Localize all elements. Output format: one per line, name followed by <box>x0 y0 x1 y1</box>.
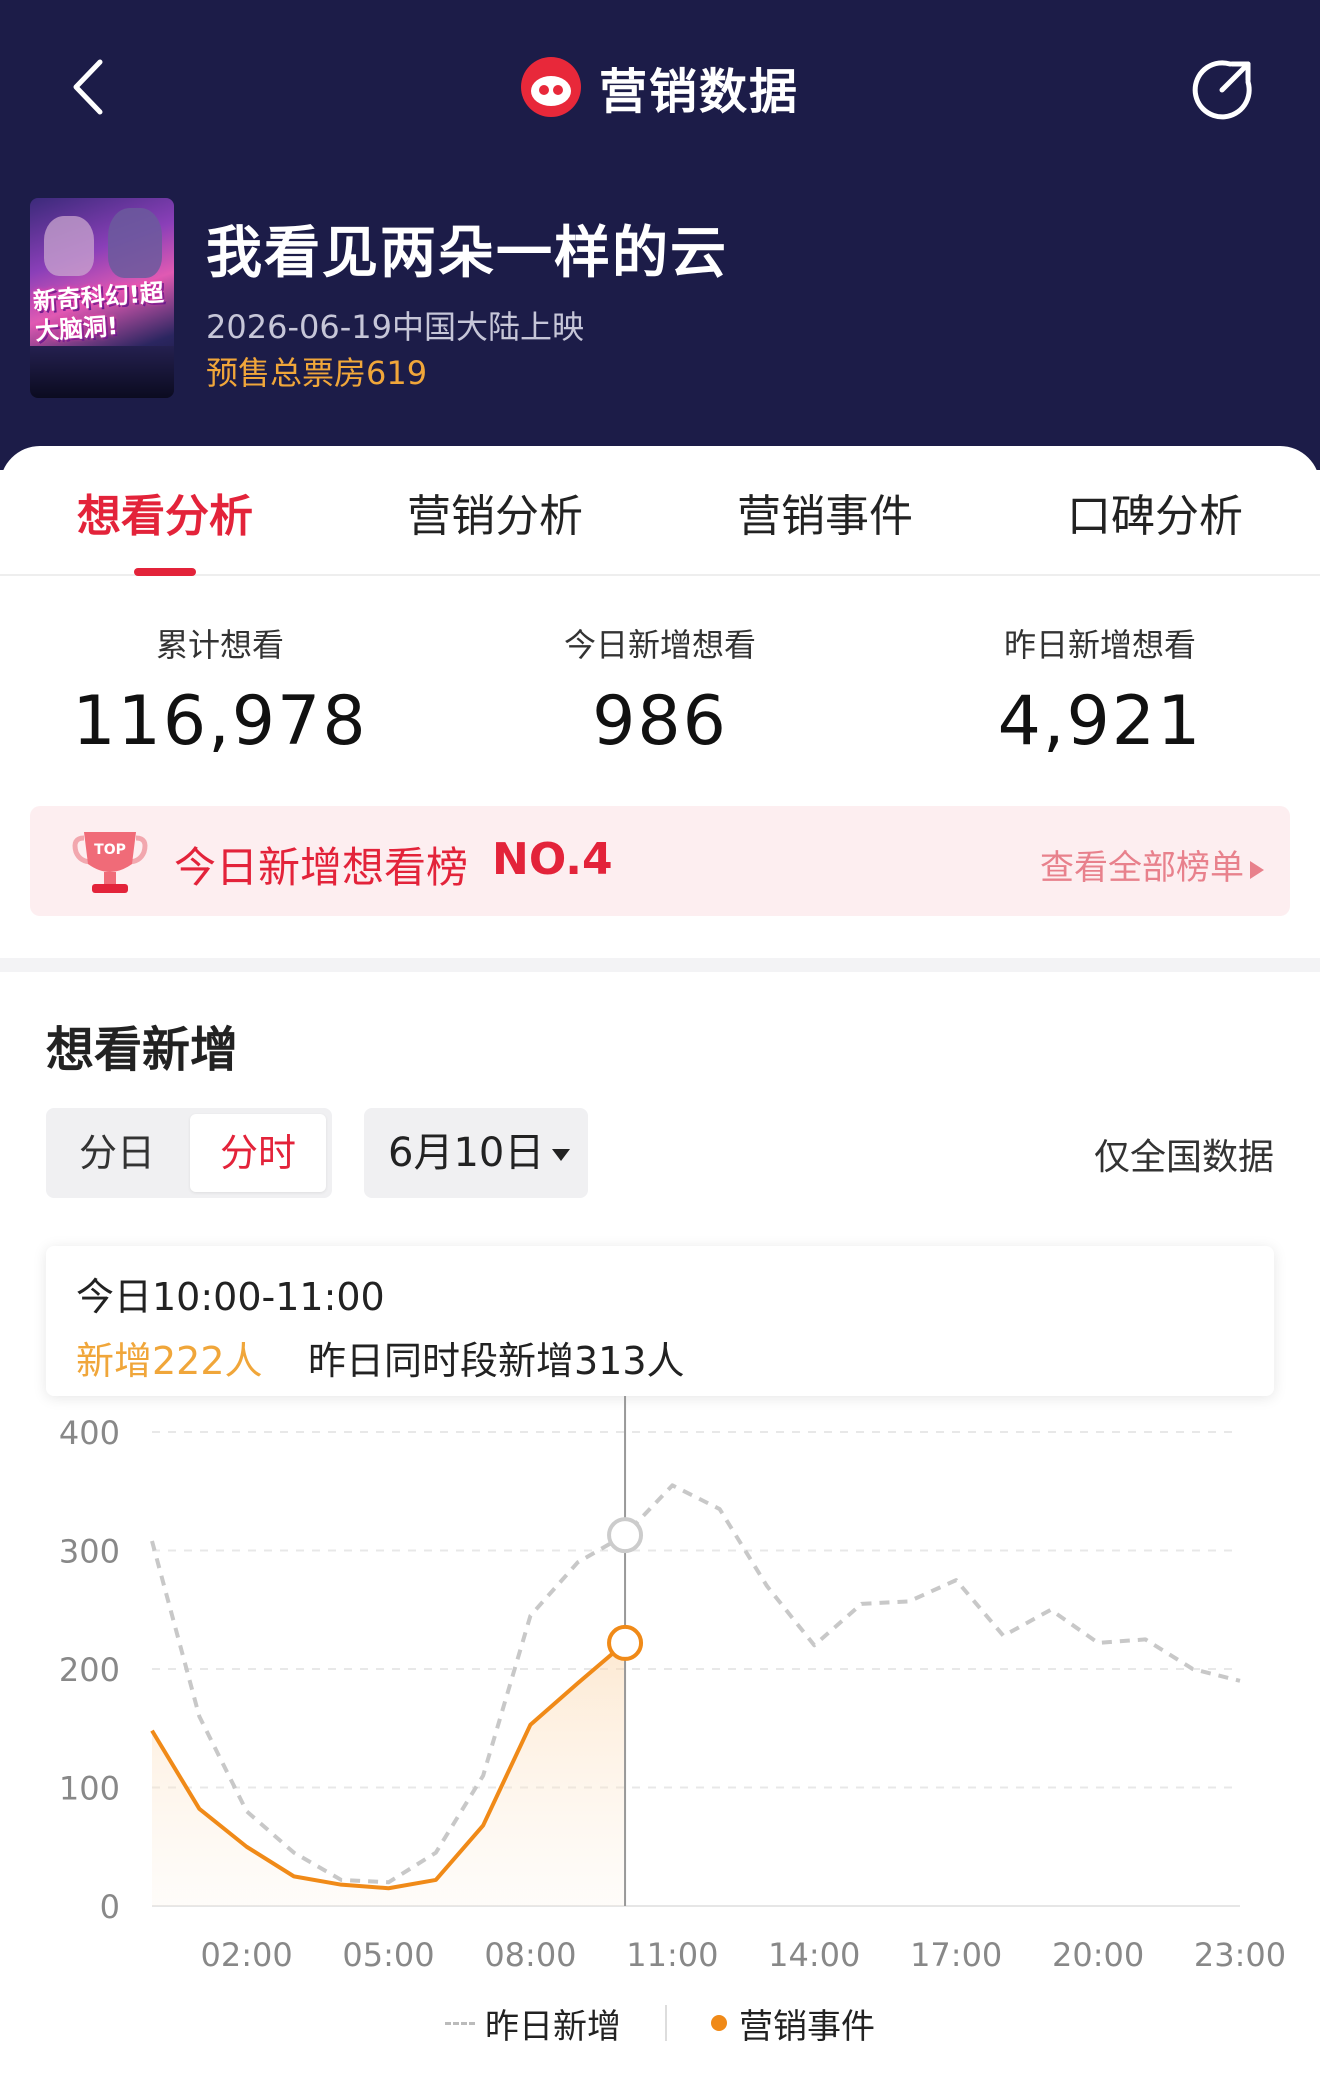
tab-marketing-analysis[interactable]: 营销分析 <box>345 480 645 544</box>
segment-by-hour[interactable]: 分时 <box>190 1114 326 1192</box>
x-tick-label: 14:00 <box>768 1936 860 1974</box>
stat-value: 986 <box>592 682 728 761</box>
stat-value: 4,921 <box>997 682 1203 761</box>
triangle-right-icon <box>1250 860 1264 879</box>
app-title: 营销数据 <box>0 52 1320 122</box>
series-line-yesterday <box>150 1483 1241 1885</box>
legend-events[interactable]: 营销事件 <box>711 1999 875 2048</box>
legend-yesterday-label: 昨日新增 <box>485 2006 621 2047</box>
legend-yesterday[interactable]: 昨日新增 <box>445 1999 621 2048</box>
page-title: 营销数据 <box>598 64 799 120</box>
x-tick-label: 20:00 <box>1052 1936 1144 1974</box>
x-tick-label: 17:00 <box>910 1936 1002 1974</box>
orange-dot-icon <box>711 2015 727 2031</box>
movie-title: 我看见两朵一样的云 <box>206 221 728 286</box>
marker-events <box>607 1624 644 1661</box>
stat-value: 116,978 <box>72 682 368 761</box>
tooltip-yesterday: 昨日同时段新增313人 <box>308 1339 685 1383</box>
stat-label: 累计想看 <box>155 626 284 664</box>
section-title: 想看新增 <box>46 1022 239 1078</box>
y-tick-label: 400 <box>59 1414 120 1452</box>
tab-bar: 想看分析 营销分析 营销事件 口碑分析 <box>0 446 1320 576</box>
view-all-ranking-text: 查看全部榜单 <box>1040 848 1244 888</box>
y-tick-label: 300 <box>59 1533 120 1571</box>
ranking-banner[interactable]: TOP 今日新增想看榜 NO.4 查看全部榜单 <box>30 806 1290 916</box>
y-tick-label: 200 <box>59 1651 120 1689</box>
want-trend-chart[interactable]: 0 100 200 300 400 02:00 05:00 08:00 11:00 14:00 17… <box>0 1396 1320 2089</box>
marker-yesterday <box>607 1517 644 1554</box>
dashed-line-icon <box>445 2021 475 2025</box>
ranking-number: NO.4 <box>492 834 613 885</box>
poster-text: 新奇科幻!超大脑洞! <box>32 278 165 346</box>
x-tick-label: 02:00 <box>200 1936 292 1974</box>
tab-want-analysis[interactable]: 想看分析 <box>15 480 315 544</box>
view-all-ranking-link[interactable]: 查看全部榜单 <box>1040 840 1264 889</box>
tab-reputation-analysis[interactable]: 口碑分析 <box>1005 480 1305 544</box>
stat-total-want: 累计想看 116,978 <box>0 620 440 761</box>
legend-divider <box>665 2005 667 2041</box>
events-area <box>152 1642 626 1906</box>
ranking-label: 今日新增想看榜 <box>174 843 469 892</box>
cat-logo-icon <box>520 57 581 117</box>
trophy-icon: TOP <box>70 824 150 900</box>
x-tick-label: 08:00 <box>484 1936 576 1974</box>
movie-poster[interactable]: 新奇科幻!超大脑洞! <box>30 198 174 398</box>
tooltip-time: 今日10:00-11:00 <box>76 1275 385 1319</box>
share-icon[interactable] <box>1190 56 1256 122</box>
analysis-card: 想看分析 营销分析 营销事件 口碑分析 累计想看 116,978 今日新增想看 … <box>0 446 1320 958</box>
chart-legend: 昨日新增 营销事件 <box>0 1998 1320 2048</box>
caret-down-icon <box>552 1149 571 1161</box>
nationwide-data-label: 仅全国数据 <box>1093 1137 1274 1178</box>
segment-by-day[interactable]: 分日 <box>46 1108 188 1198</box>
x-tick-label: 23:00 <box>1194 1936 1286 1974</box>
release-date: 2026-06-19中国大陆上映 <box>206 308 584 346</box>
legend-events-label: 营销事件 <box>739 2006 875 2047</box>
stat-label: 昨日新增想看 <box>1003 626 1196 664</box>
date-value: 6月10日 <box>388 1130 545 1176</box>
trophy-badge-text: TOP <box>94 842 126 858</box>
date-dropdown[interactable]: 6月10日 <box>364 1108 588 1198</box>
presale-box-office: 预售总票房619 <box>206 354 428 392</box>
chart-tooltip: 今日10:00-11:00 新增222人 昨日同时段新增313人 <box>46 1246 1274 1396</box>
y-tick-label: 0 <box>100 1888 120 1926</box>
y-tick-label: 100 <box>59 1770 120 1808</box>
section-divider <box>0 958 1320 972</box>
stat-yesterday-want: 昨日新增想看 4,921 <box>880 620 1320 761</box>
header-bar: 营销数据 新奇科幻!超大脑洞! 我看见两朵一样的云 2026-06-19中国大陆… <box>0 0 1320 470</box>
stat-label: 今日新增想看 <box>563 626 756 664</box>
granularity-toggle: 分日 分时 <box>46 1108 332 1198</box>
x-tick-label: 11:00 <box>626 1936 718 1974</box>
x-tick-label: 05:00 <box>342 1936 434 1974</box>
tab-marketing-events[interactable]: 营销事件 <box>675 480 975 544</box>
tooltip-new-today: 新增222人 <box>76 1339 263 1383</box>
stat-today-want: 今日新增想看 986 <box>440 620 880 761</box>
active-tab-indicator <box>134 568 196 576</box>
